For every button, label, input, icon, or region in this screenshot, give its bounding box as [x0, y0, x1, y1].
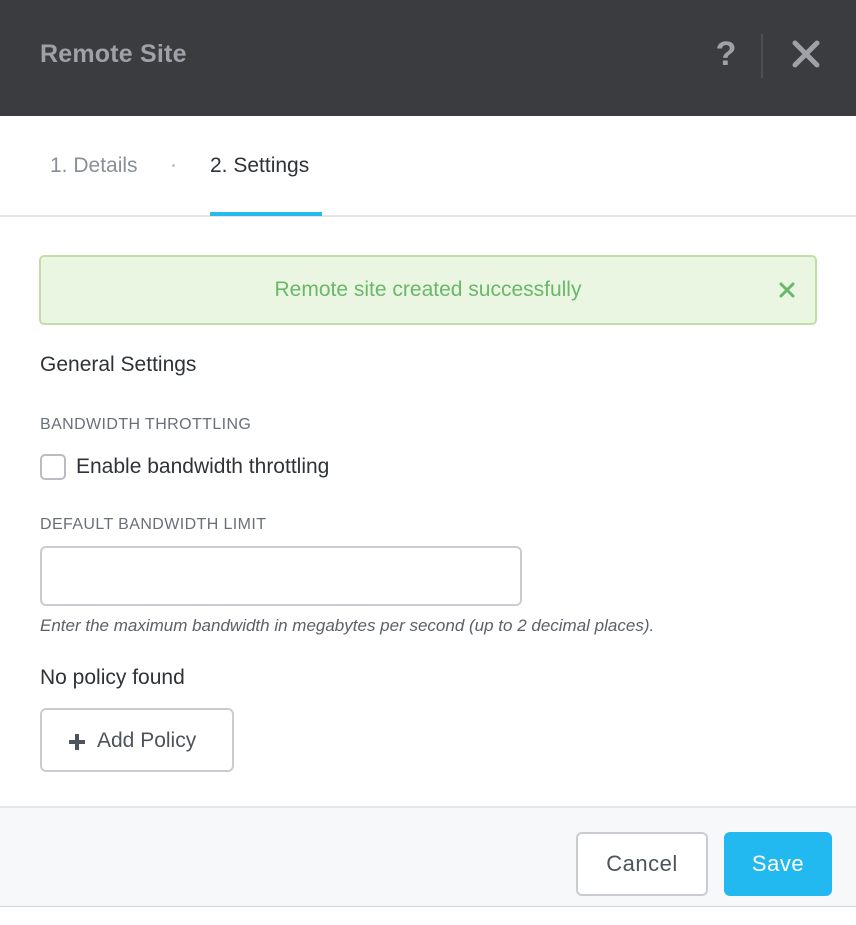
help-icon[interactable]: ?	[712, 34, 740, 74]
cancel-button[interactable]: Cancel	[576, 832, 708, 896]
bandwidth-throttling-label: BANDWIDTH THROTTLING	[40, 416, 252, 433]
save-button[interactable]: Save	[724, 832, 832, 896]
enable-throttling-checkbox[interactable]	[40, 454, 66, 480]
active-tab-indicator	[210, 212, 322, 216]
bandwidth-limit-input[interactable]	[40, 546, 522, 606]
alert-message: Remote site created successfully	[274, 278, 582, 301]
tab-settings[interactable]: 2. Settings	[210, 154, 309, 178]
alert-close-icon[interactable]	[777, 280, 797, 300]
plus-icon	[68, 733, 86, 751]
enable-throttling-label[interactable]: Enable bandwidth throttling	[76, 455, 329, 479]
success-alert: Remote site created successfully	[39, 255, 817, 325]
default-bandwidth-limit-label: DEFAULT BANDWIDTH LIMIT	[40, 516, 267, 533]
add-policy-button[interactable]: Add Policy	[40, 708, 234, 772]
no-policy-text: No policy found	[40, 666, 185, 689]
add-policy-label: Add Policy	[97, 729, 197, 752]
header-divider	[761, 34, 763, 78]
tab-details[interactable]: 1. Details	[50, 154, 138, 178]
general-settings-heading: General Settings	[40, 353, 197, 376]
tab-separator	[172, 164, 175, 167]
wizard-tabs: 1. Details 2. Settings	[0, 116, 856, 217]
remote-site-dialog: Remote Site ? 1. Details 2. Settings Rem…	[0, 0, 856, 925]
bandwidth-limit-help: Enter the maximum bandwidth in megabytes…	[40, 616, 655, 635]
dialog-title: Remote Site	[40, 40, 187, 68]
close-icon[interactable]	[790, 38, 822, 70]
dialog-header: Remote Site ?	[0, 0, 856, 116]
background-page-strip	[0, 906, 856, 925]
